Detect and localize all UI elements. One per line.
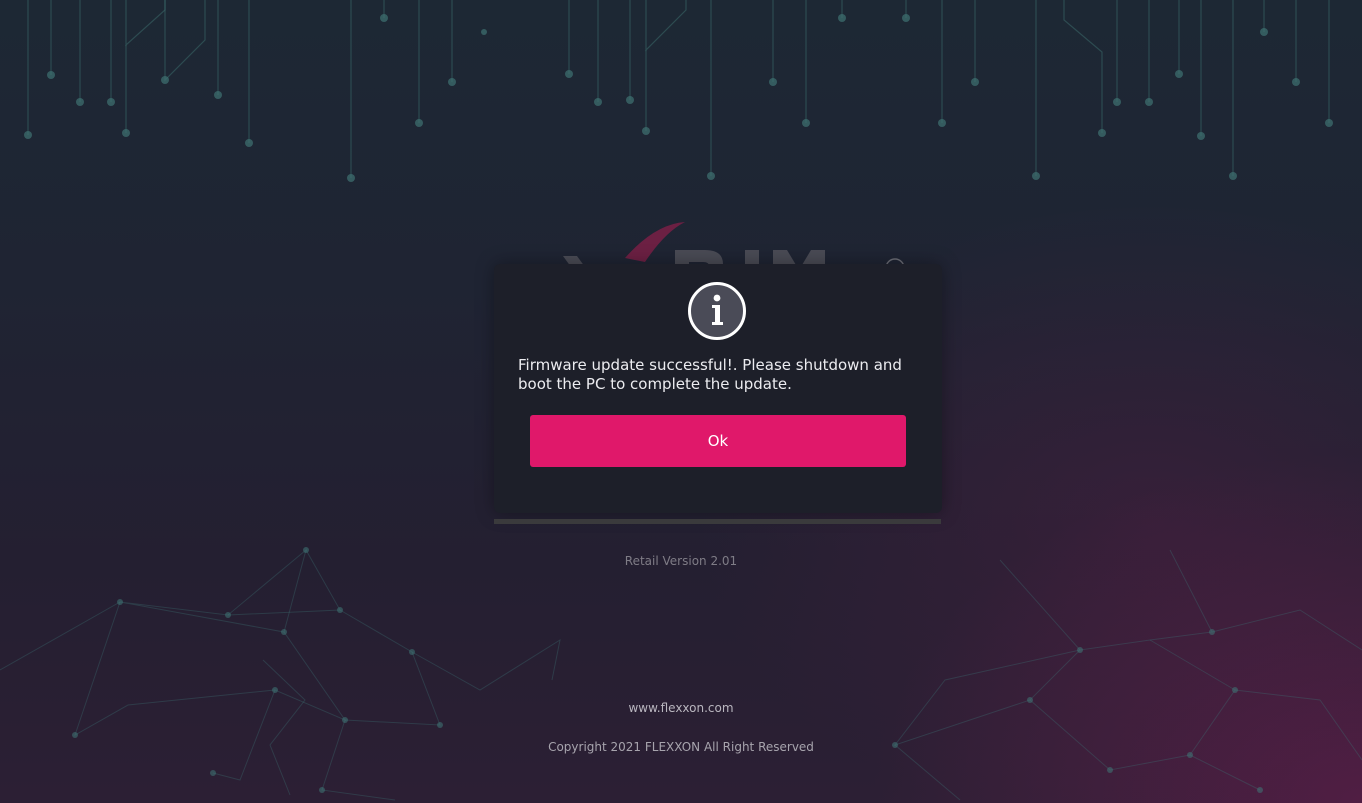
ok-button[interactable]: Ok bbox=[530, 415, 906, 467]
info-icon bbox=[688, 282, 746, 340]
copyright-text: Copyright 2021 FLEXXON All Right Reserve… bbox=[548, 740, 814, 754]
app-screen: Firmware update successful!. Please shut… bbox=[0, 0, 1362, 803]
website-link[interactable]: www.flexxon.com bbox=[0, 701, 1362, 715]
version-label: Retail Version 2.01 bbox=[624, 554, 738, 568]
progress-bar bbox=[494, 519, 941, 524]
dialog-message: Firmware update successful!. Please shut… bbox=[518, 356, 902, 393]
firmware-update-dialog: Firmware update successful!. Please shut… bbox=[494, 264, 942, 513]
